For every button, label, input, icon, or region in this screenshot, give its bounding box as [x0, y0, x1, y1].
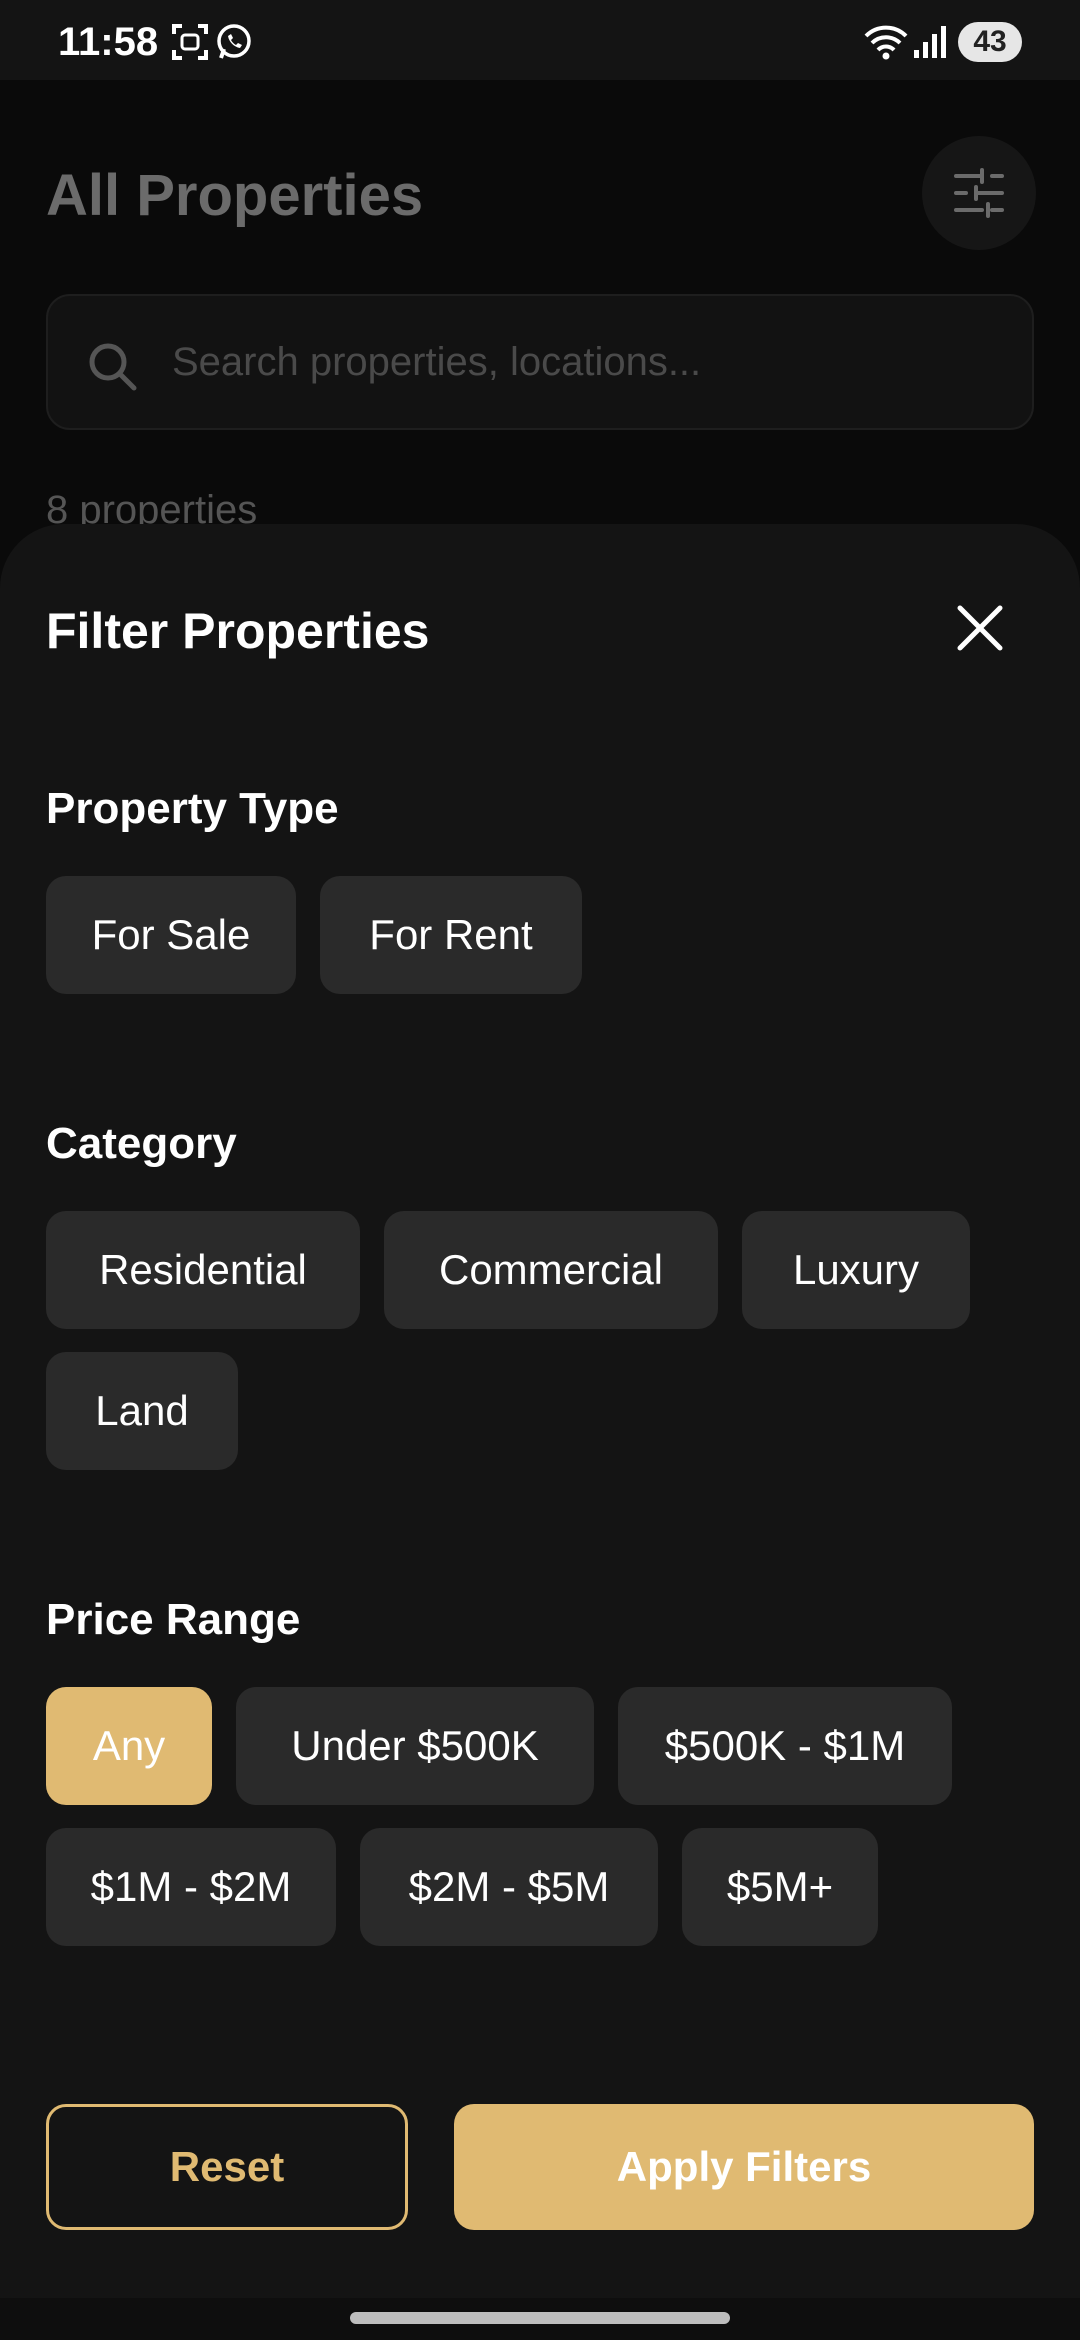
filter-button[interactable] [922, 136, 1036, 250]
chip-land[interactable]: Land [46, 1352, 238, 1470]
category-title: Category [46, 1119, 237, 1168]
chip-5m-plus[interactable]: $5M+ [682, 1828, 878, 1946]
close-button[interactable] [940, 588, 1020, 668]
apply-filters-button[interactable]: Apply Filters [454, 2104, 1034, 2230]
chip-1m-2m[interactable]: $1M - $2M [46, 1828, 336, 1946]
status-bar: 11:58 43 [0, 0, 1080, 80]
sheet-title: Filter Properties [46, 603, 430, 659]
close-icon [957, 605, 1003, 651]
property-type-title: Property Type [46, 784, 339, 833]
battery-indicator: 43 [958, 22, 1022, 62]
sliders-icon [954, 168, 1004, 218]
reset-button[interactable]: Reset [46, 2104, 408, 2230]
search-input[interactable]: Search properties, locations... [46, 294, 1034, 430]
filter-sheet: Filter Properties Property Type For Sale… [0, 524, 1080, 2298]
home-indicator[interactable] [350, 2312, 730, 2324]
wifi-icon [862, 22, 910, 67]
chip-commercial[interactable]: Commercial [384, 1211, 718, 1329]
screenshot-icon [170, 22, 210, 67]
page-title: All Properties [46, 163, 424, 228]
signal-icon [912, 22, 948, 67]
chip-under-500k[interactable]: Under $500K [236, 1687, 594, 1805]
chip-for-sale[interactable]: For Sale [46, 876, 296, 994]
chip-500k-1m[interactable]: $500K - $1M [618, 1687, 952, 1805]
chip-2m-5m[interactable]: $2M - $5M [360, 1828, 658, 1946]
price-range-title: Price Range [46, 1595, 301, 1644]
chip-luxury[interactable]: Luxury [742, 1211, 970, 1329]
chip-any[interactable]: Any [46, 1687, 212, 1805]
search-placeholder: Search properties, locations... [172, 340, 702, 384]
status-time: 11:58 [58, 20, 159, 64]
whatsapp-icon [214, 22, 254, 67]
chip-residential[interactable]: Residential [46, 1211, 360, 1329]
chip-for-rent[interactable]: For Rent [320, 876, 582, 994]
search-icon [89, 343, 137, 391]
